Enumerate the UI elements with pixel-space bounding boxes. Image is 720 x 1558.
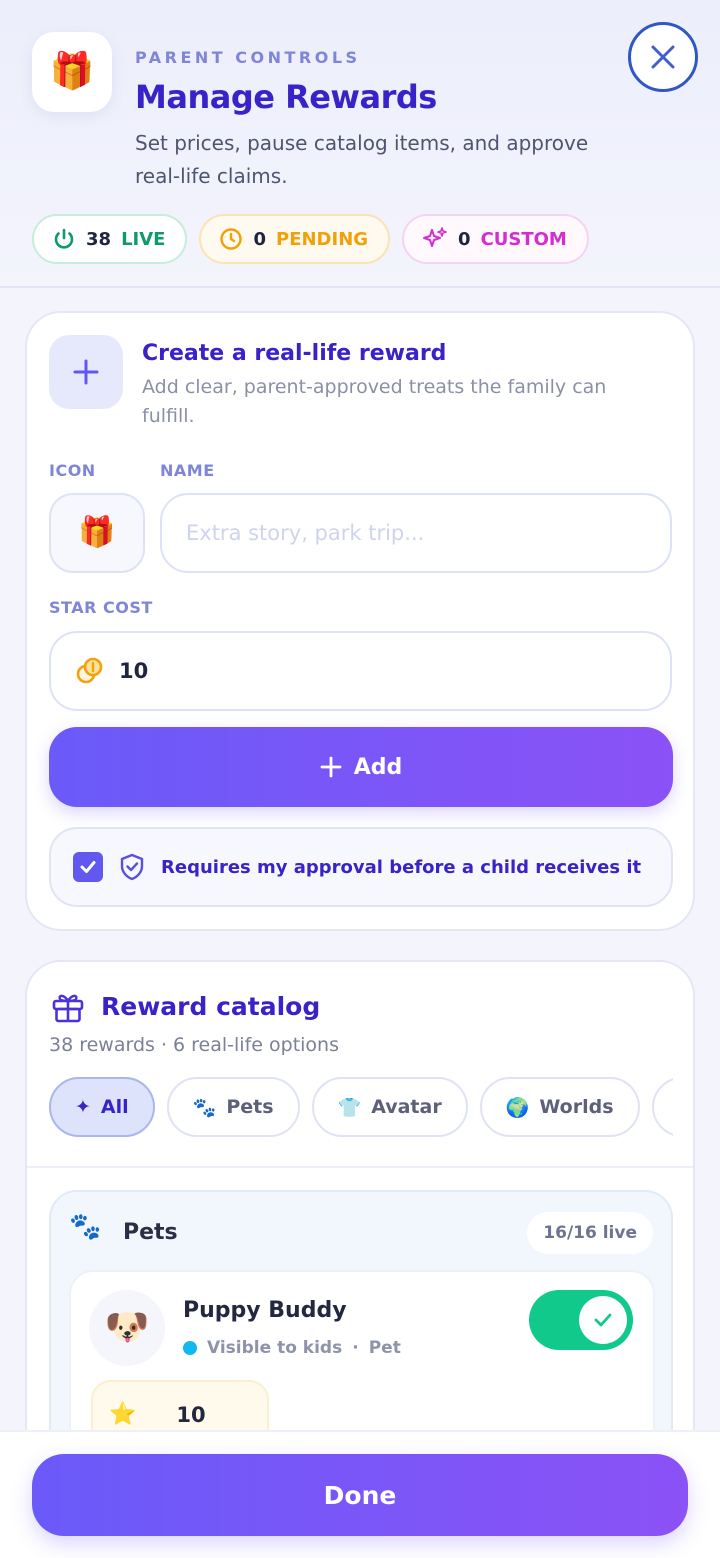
gift-outline-icon	[52, 994, 84, 1023]
power-icon	[54, 228, 74, 249]
plus-icon	[320, 756, 342, 778]
approval-toggle-row[interactable]: Requires my approval before a child rece…	[49, 827, 673, 907]
chip-avatar[interactable]: 👕 Avatar	[311, 1077, 468, 1137]
group-live-badge: 16/16 live	[527, 1212, 653, 1254]
chip-worlds[interactable]: 🌍 Worlds	[479, 1077, 640, 1137]
catalog-subtitle: 38 rewards · 6 real-life options	[49, 1034, 339, 1056]
check-icon	[594, 1313, 612, 1327]
chip-label: All	[100, 1096, 129, 1118]
close-button[interactable]	[628, 22, 698, 92]
create-plus-tile	[49, 335, 123, 409]
item-category: Pet	[368, 1338, 401, 1358]
item-enabled-toggle[interactable]	[529, 1290, 633, 1350]
shirt-icon: 👕	[337, 1096, 362, 1119]
chip-pets[interactable]: 🐾 Pets	[166, 1077, 300, 1137]
item-name: Puppy Buddy	[183, 1298, 347, 1323]
chip-effects[interactable]: ✨	[651, 1077, 673, 1137]
custom-count: 0	[458, 228, 471, 250]
globe-icon: 🌍	[505, 1096, 530, 1119]
add-button-label: Add	[353, 754, 403, 780]
shield-check-icon	[120, 853, 144, 881]
footer-bar: Done	[0, 1430, 720, 1558]
item-meta: Visible to kids · Pet	[183, 1338, 401, 1358]
gift-icon: 🎁	[49, 51, 95, 92]
create-reward-title: Create a real-life reward	[142, 341, 447, 366]
header: 🎁 PARENT CONTROLS Manage Rewards Set pri…	[0, 0, 720, 288]
visibility-dot-icon	[183, 1341, 197, 1355]
icon-field-label: ICON	[49, 461, 96, 480]
close-icon	[651, 45, 675, 69]
coins-icon	[76, 657, 103, 684]
page-title: Manage Rewards	[135, 78, 437, 116]
gift-icon: 🎁	[78, 515, 116, 550]
custom-label: CUSTOM	[480, 228, 567, 250]
live-label: LIVE	[121, 228, 166, 250]
catalog-title: Reward catalog	[101, 992, 321, 1021]
chip-all[interactable]: ✦ All	[49, 1077, 155, 1137]
category-filter-chips: ✦ All 🐾 Pets 👕 Avatar 🌍 Worlds ✨	[49, 1077, 673, 1139]
avatar: 🐶	[89, 1290, 165, 1366]
pending-label: PENDING	[276, 228, 369, 250]
icon-picker[interactable]: 🎁	[49, 493, 145, 573]
live-count-pill[interactable]: 38 LIVE	[32, 214, 188, 264]
star-cost-input[interactable]: 10	[49, 631, 672, 711]
item-price: 10	[176, 1403, 206, 1427]
sparkles-icon	[423, 227, 447, 247]
approval-label: Requires my approval before a child rece…	[161, 856, 642, 878]
chip-label: Pets	[226, 1096, 274, 1118]
manage-rewards-screen: 🎁 PARENT CONTROLS Manage Rewards Set pri…	[0, 0, 720, 1558]
create-reward-card: Create a real-life reward Add clear, par…	[25, 311, 695, 931]
add-reward-button[interactable]: Add	[49, 727, 673, 807]
plus-icon	[73, 359, 99, 385]
meta-separator: ·	[352, 1338, 359, 1358]
chip-label: Avatar	[371, 1096, 442, 1118]
paw-icon: 🐾	[69, 1212, 102, 1242]
done-button[interactable]: Done	[32, 1454, 688, 1536]
group-title: Pets	[123, 1220, 178, 1245]
custom-count-pill[interactable]: 0 CUSTOM	[402, 214, 589, 264]
divider	[27, 1166, 693, 1168]
chip-label: Worlds	[539, 1096, 614, 1118]
clock-icon	[220, 228, 243, 250]
star-cost-label: STAR COST	[49, 598, 153, 617]
pending-count-pill[interactable]: 0 PENDING	[199, 214, 391, 264]
approval-checkbox[interactable]	[73, 852, 103, 882]
check-icon	[80, 861, 96, 873]
done-button-label: Done	[323, 1480, 397, 1510]
live-count: 38	[86, 228, 112, 250]
create-reward-subtitle: Add clear, parent-approved treats the fa…	[142, 376, 607, 427]
toggle-knob	[579, 1296, 627, 1344]
item-visibility: Visible to kids	[207, 1338, 343, 1358]
star-icon: ⭐	[109, 1402, 137, 1427]
stats-pills: 38 LIVE 0 PENDING 0 CUSTOM	[32, 214, 589, 264]
pending-count: 0	[253, 228, 266, 250]
name-field-label: NAME	[160, 461, 215, 480]
eyebrow-label: PARENT CONTROLS	[135, 48, 361, 67]
star-cost-value: 10	[119, 659, 149, 683]
reward-name-input[interactable]	[160, 493, 672, 573]
page-subtitle: Set prices, pause catalog items, and app…	[135, 131, 589, 188]
sparkle-icon: ✦	[75, 1096, 91, 1118]
dog-face-icon: 🐶	[104, 1307, 150, 1348]
gift-app-icon: 🎁	[32, 32, 112, 112]
paw-icon: 🐾	[192, 1096, 217, 1119]
